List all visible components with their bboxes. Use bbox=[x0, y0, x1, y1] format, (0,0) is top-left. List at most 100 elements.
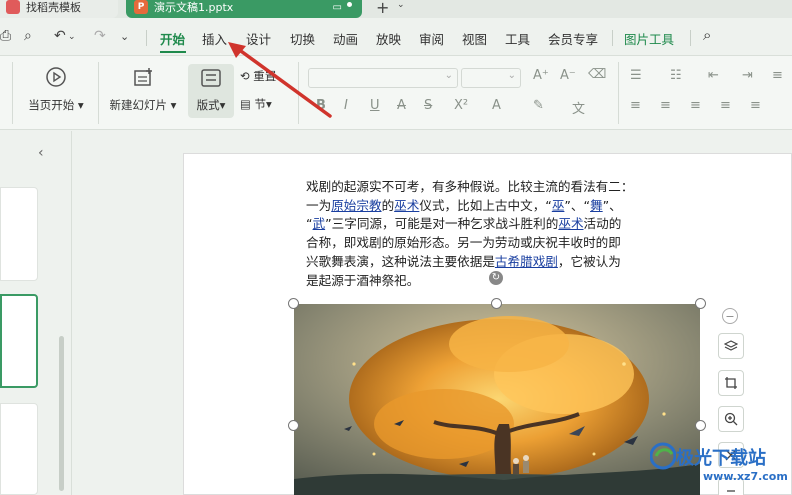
site-logo-icon bbox=[650, 442, 676, 470]
align-left-icon[interactable]: ≡ bbox=[630, 98, 641, 113]
resize-handle-left[interactable] bbox=[288, 420, 299, 431]
justify-icon[interactable]: ≡ bbox=[720, 98, 731, 113]
link-witchcraft-2[interactable]: 巫术 bbox=[558, 216, 583, 231]
undo-icon[interactable]: ↶ bbox=[54, 28, 66, 44]
resize-handle-top-left[interactable] bbox=[288, 298, 299, 309]
resize-handle-top-right[interactable] bbox=[695, 298, 706, 309]
layout-label: 版式 bbox=[196, 98, 220, 112]
highlight-icon[interactable]: ✎ bbox=[533, 98, 544, 113]
annotation-arrow-icon bbox=[228, 42, 332, 118]
line-spacing-icon[interactable]: ≡ bbox=[772, 68, 783, 83]
tree-painting-image bbox=[294, 304, 700, 495]
clear-format-icon[interactable]: ⌫ bbox=[588, 67, 606, 82]
increase-indent-icon[interactable]: ⇥ bbox=[742, 68, 753, 83]
resize-handle-right[interactable] bbox=[695, 420, 706, 431]
watermark-url: www.xz7.com bbox=[703, 470, 788, 483]
slide-thumbnail-pane: ‹ bbox=[0, 131, 72, 495]
numbered-list-icon[interactable]: ☷ bbox=[670, 68, 682, 83]
divider bbox=[98, 62, 99, 124]
tab-document[interactable]: P 演示文稿1.pptx ▭ bbox=[126, 0, 362, 18]
divider bbox=[12, 62, 13, 124]
play-from-current-label: 当页开始 bbox=[28, 98, 75, 112]
underline-icon[interactable]: U bbox=[370, 98, 380, 113]
new-tab-caret-icon[interactable]: ⌄ bbox=[397, 0, 405, 10]
slide-text-box[interactable]: 戏剧的起源实不可考，有多种假说。比较主流的看法有二： 一为原始宗教的巫术仪式，比… bbox=[306, 178, 716, 290]
decrease-indent-icon[interactable]: ⇤ bbox=[708, 68, 719, 83]
superscript-icon[interactable]: X² bbox=[454, 98, 468, 113]
bullet-list-icon[interactable]: ☰ bbox=[630, 68, 642, 83]
play-icon bbox=[46, 67, 66, 87]
unsaved-dot-icon bbox=[347, 2, 352, 7]
italic-icon[interactable]: I bbox=[344, 98, 348, 113]
zoom-in-icon[interactable] bbox=[718, 406, 744, 432]
decrease-font-icon[interactable]: A⁻ bbox=[560, 68, 576, 83]
phonetic-icon[interactable]: 文 bbox=[572, 98, 585, 117]
collapse-tools-icon[interactable]: − bbox=[722, 308, 738, 324]
tab-document-label: 演示文稿1.pptx bbox=[154, 1, 234, 14]
divider bbox=[690, 30, 691, 46]
link-wu[interactable]: 巫 bbox=[552, 198, 565, 213]
text-line: 戏剧的起源实不可考，有多种假说。比较主流的看法有二： bbox=[306, 179, 634, 194]
watermark-title: 极光下载站 bbox=[676, 448, 766, 469]
distribute-icon[interactable]: ≡ bbox=[750, 98, 761, 113]
menu-home[interactable]: 开始 bbox=[160, 29, 185, 48]
align-right-icon[interactable]: ≡ bbox=[690, 98, 701, 113]
redo-icon[interactable]: ↷ bbox=[94, 28, 106, 44]
rotate-handle-icon[interactable]: ↻ bbox=[489, 271, 503, 285]
menu-slideshow[interactable]: 放映 bbox=[376, 29, 401, 48]
ribbon-toolbar: 当页开始 ▾ 新建幻灯片 ▾ 版式▾ ⟲ 重置 ▤ 节▾ ⌄ ⌄ A⁺ A⁻ ⌫… bbox=[0, 56, 792, 130]
font-size-select[interactable]: ⌄ bbox=[461, 68, 521, 88]
crop-icon[interactable] bbox=[718, 370, 744, 396]
text-line: 兴歌舞表演，这种说法主要依据是古希腊戏剧，它被认为 bbox=[306, 253, 621, 269]
new-slide-button[interactable]: 新建幻灯片 ▾ bbox=[108, 66, 178, 113]
font-color-icon[interactable]: A bbox=[492, 98, 501, 113]
align-center-icon[interactable]: ≡ bbox=[660, 98, 671, 113]
template-icon bbox=[6, 0, 20, 14]
search-icon[interactable]: ⌕ bbox=[703, 26, 711, 44]
text-line: 合称，即戏剧的原始形态。另一为劳动或庆祝丰收时的即 bbox=[306, 235, 621, 251]
strike-icon[interactable]: A bbox=[397, 98, 406, 113]
link-witchcraft[interactable]: 巫术 bbox=[394, 198, 419, 213]
menu-picture-tools[interactable]: 图片工具 bbox=[624, 29, 674, 48]
slide-picture[interactable] bbox=[294, 304, 700, 495]
menu-review[interactable]: 审阅 bbox=[419, 29, 444, 48]
slide-thumbnail-selected[interactable] bbox=[0, 294, 38, 388]
device-icon[interactable]: ▭ bbox=[333, 2, 342, 13]
print-preview-icon[interactable]: ⌕ bbox=[24, 28, 32, 44]
undo-caret-icon[interactable]: ⌄ bbox=[68, 32, 76, 42]
new-slide-icon bbox=[134, 68, 152, 86]
tab-template-label: 找稻壳模板 bbox=[26, 1, 81, 14]
increase-font-icon[interactable]: A⁺ bbox=[533, 68, 549, 83]
resize-handle-top[interactable] bbox=[491, 298, 502, 309]
menu-bar: ⎙ ⌕ ↶ ⌄ ↷ ⌄ 开始 插入 设计 切换 动画 放映 审阅 视图 工具 会… bbox=[0, 18, 792, 56]
play-from-current-button[interactable]: 当页开始 ▾ bbox=[26, 66, 86, 113]
tab-bar: 找稻壳模板 P 演示文稿1.pptx ▭ + ⌄ bbox=[0, 0, 792, 18]
divider bbox=[612, 30, 613, 46]
more-icon[interactable]: ⌄ bbox=[120, 30, 129, 43]
text-line: “武”三字同源，可能是对一种乞求战斗胜利的巫术活动的 bbox=[306, 216, 622, 232]
new-tab-button[interactable]: + bbox=[376, 0, 389, 17]
active-tab-underline bbox=[160, 51, 186, 53]
strikethrough-icon[interactable]: S bbox=[424, 98, 432, 113]
divider bbox=[618, 62, 619, 124]
thumbnail-scrollbar[interactable] bbox=[59, 336, 64, 491]
menu-tools[interactable]: 工具 bbox=[505, 29, 530, 48]
slide-thumbnail[interactable] bbox=[0, 187, 38, 281]
new-slide-label: 新建幻灯片 bbox=[109, 98, 168, 112]
layers-icon[interactable] bbox=[718, 333, 744, 359]
print-icon[interactable]: ⎙ bbox=[0, 28, 11, 44]
layout-icon bbox=[201, 69, 221, 87]
tab-template[interactable]: 找稻壳模板 bbox=[0, 0, 118, 18]
slide-thumbnail[interactable] bbox=[0, 403, 38, 495]
menu-view[interactable]: 视图 bbox=[462, 29, 487, 48]
ppt-icon: P bbox=[134, 0, 148, 14]
link-primitive-religion[interactable]: 原始宗教 bbox=[331, 198, 381, 213]
menu-member[interactable]: 会员专享 bbox=[548, 29, 598, 48]
link-greek-drama[interactable]: 古希腊戏剧 bbox=[495, 254, 558, 269]
text-line: 一为原始宗教的巫术仪式，比如上古中文，“巫”、“舞”、 bbox=[306, 197, 622, 213]
link-martial[interactable]: 武 bbox=[313, 216, 326, 231]
divider bbox=[146, 30, 147, 46]
link-dance[interactable]: 舞 bbox=[590, 198, 603, 213]
collapse-pane-icon[interactable]: ‹ bbox=[38, 145, 44, 161]
text-line: 是起源于酒神祭祀。 bbox=[306, 272, 420, 288]
